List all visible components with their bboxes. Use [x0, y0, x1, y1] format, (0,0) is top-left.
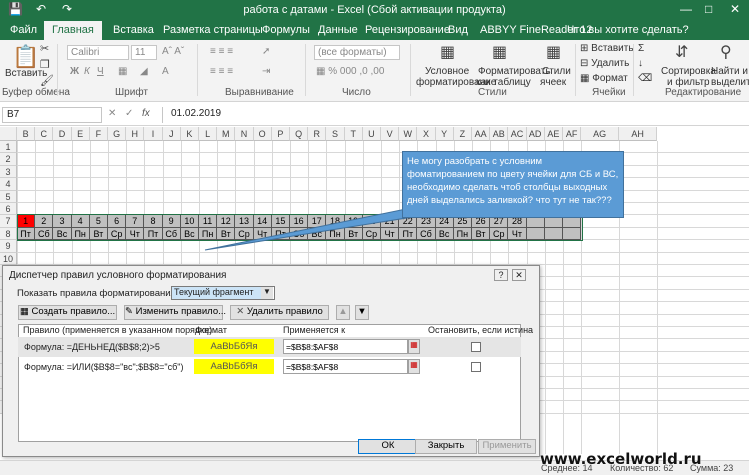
- col-stop-header: Остановить, если истина: [428, 325, 534, 335]
- rule-applies-field[interactable]: =$B$8:$AF$8: [283, 339, 408, 354]
- rule-applies-field[interactable]: =$B$8:$AF$8: [283, 359, 408, 374]
- delete-rule-button[interactable]: ✕ Удалить правило: [230, 305, 329, 320]
- conditional-format-rules-dialog: Диспетчер правил условного форматировани…: [2, 265, 540, 457]
- move-down-icon[interactable]: ▼: [355, 305, 369, 320]
- rule-formula: Формула: =ИЛИ($B$8="вс";$B$8="сб"): [24, 362, 184, 372]
- excel-window: 💾 ↶ ↷ работа с датами - Excel (Сбой акти…: [0, 0, 749, 475]
- help-icon[interactable]: ?: [494, 269, 508, 281]
- range-picker-icon[interactable]: ▦: [408, 339, 420, 354]
- dialog-close-icon[interactable]: ✕: [512, 269, 526, 281]
- stop-if-true-checkbox[interactable]: [471, 342, 481, 352]
- rule-formula: Формула: =ДЕНЬНЕД($B$8;2)>5: [24, 342, 160, 352]
- rule-format-preview: АаВbБбЯя: [194, 339, 274, 354]
- move-up-icon[interactable]: ▲: [336, 305, 350, 320]
- stop-if-true-checkbox[interactable]: [471, 362, 481, 372]
- watermark: www.excelworld.ru: [540, 450, 702, 468]
- rule-format-preview: АаВbБбЯя: [194, 359, 274, 374]
- rule-row[interactable]: Формула: =ДЕНЬНЕД($B$8;2)>5 АаВbБбЯя =$B…: [18, 337, 521, 357]
- chevron-down-icon[interactable]: ▼: [261, 287, 273, 299]
- close-button[interactable]: Закрыть: [415, 439, 477, 454]
- edit-rule-button[interactable]: ✎ Изменить правило...: [124, 305, 226, 320]
- callout-note: Не могу разобрать с условним фоматирован…: [402, 151, 624, 218]
- col-applies-header: Применяется к: [283, 325, 346, 335]
- show-rules-select[interactable]: Текущий фрагмент ▼: [171, 286, 275, 300]
- new-rule-button[interactable]: ▦ Создать правило...: [18, 305, 117, 320]
- col-format-header: Формат: [195, 325, 227, 335]
- dialog-title: Диспетчер правил условного форматировани…: [9, 270, 227, 281]
- col-rule-header: Правило (применяется в указанном порядке…: [23, 325, 213, 335]
- rule-row[interactable]: Формула: =ИЛИ($B$8="вс";$B$8="сб") АаВbБ…: [18, 357, 521, 377]
- apply-button[interactable]: Применить: [478, 439, 536, 454]
- range-picker-icon[interactable]: ▦: [408, 359, 420, 374]
- ok-button[interactable]: ОК: [358, 439, 418, 454]
